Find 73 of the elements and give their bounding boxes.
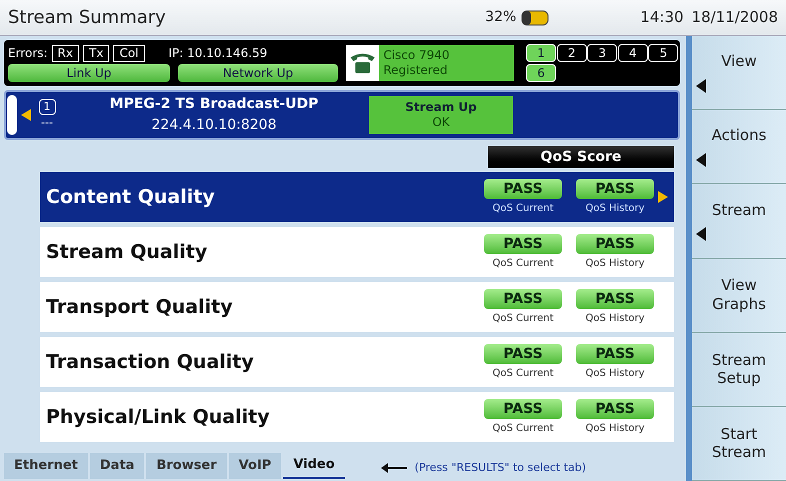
arrow-left-icon bbox=[380, 463, 407, 473]
softkey-button[interactable]: Stream Setup bbox=[692, 332, 786, 407]
link-status: Link Up bbox=[8, 64, 170, 82]
pass-badge: PASS bbox=[576, 178, 654, 198]
softkey-button[interactable]: Actions bbox=[692, 110, 786, 184]
pass-badge: PASS bbox=[576, 398, 654, 418]
qos-label: QoS History bbox=[585, 366, 645, 380]
pass-badge: PASS bbox=[484, 234, 562, 254]
qos-label: QoS Current bbox=[492, 422, 554, 436]
tab[interactable]: VoIP bbox=[228, 453, 282, 479]
slot-handle[interactable] bbox=[7, 95, 17, 135]
quality-row[interactable]: Physical/Link Quality PASS QoS Current PASS QoS History bbox=[40, 392, 674, 442]
quality-row[interactable]: Content Quality PASS QoS Current PASS QoS History bbox=[40, 172, 674, 222]
tab[interactable]: Browser bbox=[146, 453, 227, 479]
pass-badge: PASS bbox=[576, 288, 654, 308]
stream-index: 1 bbox=[38, 98, 56, 115]
battery-icon bbox=[520, 8, 550, 26]
phone-state: Registered bbox=[383, 63, 448, 78]
quality-name: Transaction Quality bbox=[46, 350, 255, 375]
port-tab[interactable]: 1 bbox=[526, 44, 556, 62]
port-tab[interactable]: 2 bbox=[556, 44, 587, 62]
stream-state-title: Stream Up bbox=[405, 100, 477, 115]
hint-text: (Press "RESULTS" to select tab) bbox=[414, 460, 586, 476]
phone-icon bbox=[346, 45, 380, 81]
softkey-button[interactable]: View bbox=[692, 36, 786, 110]
arrow-right-icon bbox=[658, 191, 668, 203]
quality-row[interactable]: Stream Quality PASS QoS Current PASS QoS History bbox=[40, 227, 674, 277]
errors-label: Errors: bbox=[8, 45, 48, 62]
qos-label: QoS Current bbox=[492, 312, 554, 326]
tab[interactable]: Ethernet bbox=[4, 453, 88, 479]
quality-row[interactable]: Transport Quality PASS QoS Current PASS QoS History bbox=[40, 282, 674, 332]
error-indicator: Rx bbox=[52, 44, 79, 62]
qos-label: QoS History bbox=[585, 202, 645, 216]
arrow-left-icon bbox=[21, 109, 31, 121]
stream-address: 224.4.10.10:8208 bbox=[152, 116, 276, 135]
port-tab[interactable]: 5 bbox=[648, 44, 678, 62]
quality-name: Transport Quality bbox=[46, 294, 234, 320]
stream-name: MPEG-2 TS Broadcast-UDP bbox=[110, 95, 318, 114]
port-tab[interactable]: 4 bbox=[618, 44, 648, 62]
pass-badge: PASS bbox=[484, 288, 562, 308]
ip-address: IP: 10.10.146.59 bbox=[168, 45, 268, 62]
pass-badge: PASS bbox=[576, 344, 654, 364]
qos-label: QoS History bbox=[585, 256, 645, 270]
pass-badge: PASS bbox=[484, 398, 562, 418]
window-title: Stream Summary bbox=[8, 6, 166, 30]
error-indicator: Tx bbox=[83, 44, 110, 62]
pass-badge: PASS bbox=[484, 344, 562, 364]
port-tab[interactable]: 3 bbox=[587, 44, 618, 62]
softkey-button[interactable]: Stream bbox=[692, 184, 786, 259]
quality-row[interactable]: Transaction Quality PASS QoS Current PASS QoS History bbox=[40, 337, 674, 387]
port-tab[interactable]: 6 bbox=[526, 64, 556, 82]
pass-badge: PASS bbox=[576, 234, 654, 254]
qos-score-header: QoS Score bbox=[488, 146, 674, 168]
clock-time: 14:30 bbox=[640, 7, 684, 28]
qos-label: QoS History bbox=[585, 312, 645, 326]
network-status: Network Up bbox=[178, 64, 338, 82]
qos-label: QoS History bbox=[585, 422, 645, 436]
quality-name: Stream Quality bbox=[46, 240, 208, 265]
softkey-button[interactable]: Start Stream bbox=[692, 406, 786, 481]
quality-name: Content Quality bbox=[46, 184, 216, 210]
stream-sub: --- bbox=[41, 114, 53, 131]
tab[interactable]: Data bbox=[90, 453, 144, 479]
softkey-button[interactable]: View Graphs bbox=[692, 258, 786, 333]
quality-name: Physical/Link Quality bbox=[46, 404, 271, 430]
pass-badge: PASS bbox=[484, 178, 562, 198]
stream-state-detail: OK bbox=[432, 115, 450, 130]
qos-label: QoS Current bbox=[492, 202, 554, 216]
qos-label: QoS Current bbox=[492, 366, 554, 380]
error-indicator: Col bbox=[113, 44, 144, 62]
phone-name: Cisco 7940 bbox=[383, 48, 451, 63]
qos-label: QoS Current bbox=[492, 256, 554, 270]
date-text: 18/11/2008 bbox=[692, 7, 778, 28]
battery-percent: 32% bbox=[485, 8, 516, 27]
